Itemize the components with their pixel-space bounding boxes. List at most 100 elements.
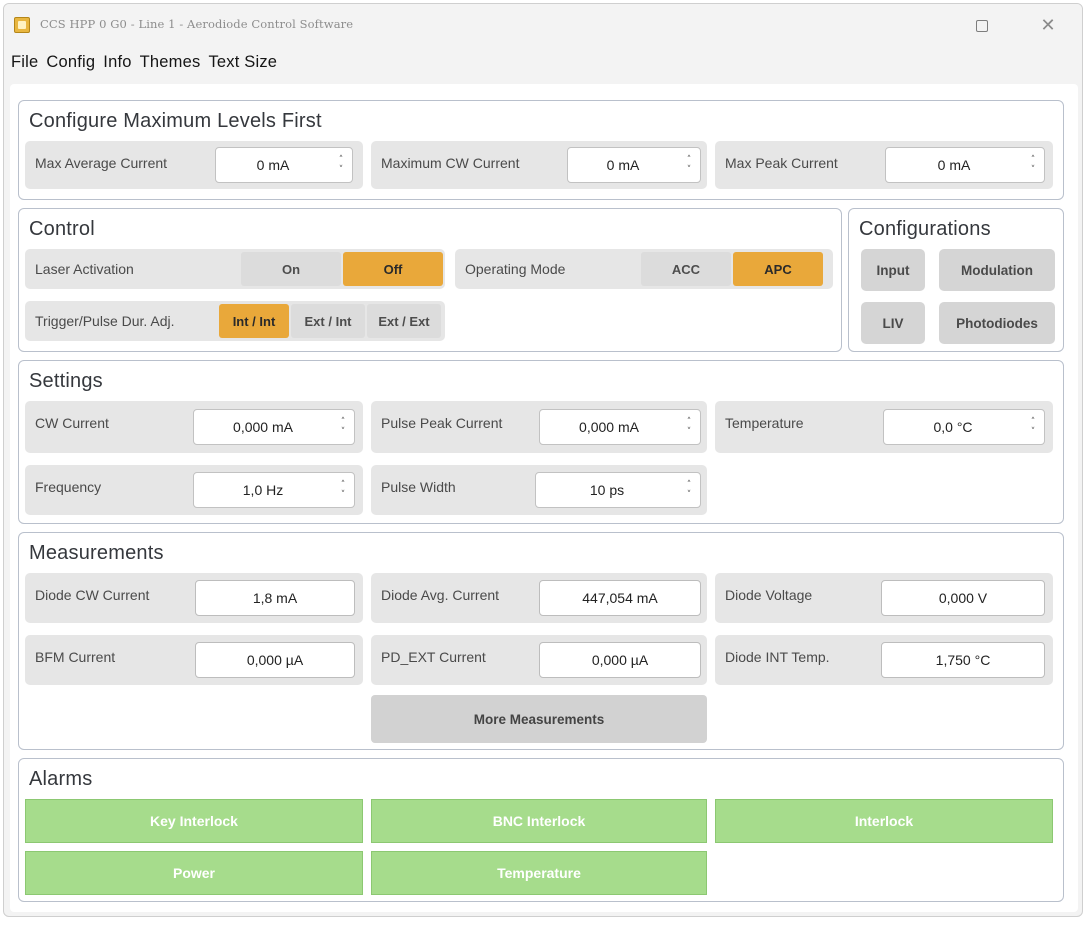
diode-cw-current-readout: 1,8 mA: [195, 580, 355, 616]
frequency-spinbox[interactable]: 1,0 Hz ˄ ˅: [193, 472, 355, 508]
control-title: Control: [29, 218, 95, 240]
settings-group: Settings CW Current 0,000 mA ˄ ˅ Pulse Pe…: [18, 360, 1064, 524]
max-levels-group: Configure Maximum Levels First Max Avera…: [18, 100, 1064, 200]
menu-file[interactable]: File: [11, 53, 38, 72]
spinner-arrows-icon[interactable]: ˄ ˅: [336, 477, 350, 503]
pulse-peak-current-spinbox[interactable]: 0,000 mA ˄ ˅: [539, 409, 701, 445]
cw-current-label: CW Current: [35, 415, 109, 431]
app-icon: [14, 17, 30, 33]
spinner-arrows-icon[interactable]: ˄ ˅: [682, 152, 696, 178]
maximize-button[interactable]: [960, 12, 1004, 40]
laser-activation-label: Laser Activation: [35, 261, 134, 277]
trigger-ext-ext-button[interactable]: Ext / Ext: [367, 304, 441, 338]
pd-ext-current-field: PD_EXT Current 0,000 µA: [371, 635, 707, 685]
alarm-temperature: Temperature: [371, 851, 707, 895]
maximum-cw-current-value: 0 mA: [606, 157, 640, 173]
cw-current-spinbox[interactable]: 0,000 mA ˄ ˅: [193, 409, 355, 445]
mode-apc-button[interactable]: APC: [733, 252, 823, 286]
max-peak-current-value: 0 mA: [937, 157, 971, 173]
alarm-bnc-interlock: BNC Interlock: [371, 799, 707, 843]
max-peak-current-spinbox[interactable]: 0 mA ˄ ˅: [885, 147, 1045, 183]
configurations-title: Configurations: [859, 218, 991, 240]
laser-on-button[interactable]: On: [241, 252, 341, 286]
pulse-width-field: Pulse Width 10 ps ˄ ˅: [371, 465, 707, 515]
window-title: CCS HPP 0 G0 - Line 1 - Aerodiode Contro…: [40, 17, 354, 31]
max-peak-current-field: Max Peak Current 0 mA ˄ ˅: [715, 141, 1053, 189]
cw-current-field: CW Current 0,000 mA ˄ ˅: [25, 401, 363, 453]
diode-avg-current-label: Diode Avg. Current: [381, 587, 500, 603]
cw-current-value: 0,000 mA: [233, 419, 293, 435]
alarms-group: Alarms Key Interlock BNC Interlock Inter…: [18, 758, 1064, 902]
frequency-value: 1,0 Hz: [242, 482, 284, 498]
spinner-arrows-icon[interactable]: ˄ ˅: [336, 414, 350, 440]
diode-voltage-readout: 0,000 V: [881, 580, 1045, 616]
spinner-arrows-icon[interactable]: ˄ ˅: [1026, 152, 1040, 178]
max-average-current-field: Max Average Current 0 mA ˄ ˅: [25, 141, 363, 189]
diode-voltage-label: Diode Voltage: [725, 587, 813, 603]
app-window: CCS HPP 0 G0 - Line 1 - Aerodiode Contro…: [3, 3, 1083, 917]
menu-text-size[interactable]: Text Size: [208, 53, 277, 72]
spinner-arrows-icon[interactable]: ˄ ˅: [1026, 414, 1040, 440]
operating-mode-label: Operating Mode: [465, 261, 566, 277]
trigger-int-int-button[interactable]: Int / Int: [219, 304, 289, 338]
spinner-arrows-icon[interactable]: ˄ ˅: [334, 152, 348, 178]
maximum-cw-current-label: Maximum CW Current: [381, 155, 520, 171]
maximize-icon: [976, 20, 988, 32]
diode-voltage-field: Diode Voltage 0,000 V: [715, 573, 1053, 623]
liv-config-button[interactable]: LIV: [861, 302, 925, 344]
bfm-current-readout: 0,000 µA: [195, 642, 355, 678]
alarm-key-interlock: Key Interlock: [25, 799, 363, 843]
title-bar[interactable]: CCS HPP 0 G0 - Line 1 - Aerodiode Contro…: [4, 4, 1082, 44]
menu-themes[interactable]: Themes: [140, 53, 201, 72]
bfm-current-label: BFM Current: [35, 649, 116, 665]
diode-cw-current-field: Diode CW Current 1,8 mA: [25, 573, 363, 623]
pulse-peak-current-field: Pulse Peak Current 0,000 mA ˄ ˅: [371, 401, 707, 453]
alarm-interlock: Interlock: [715, 799, 1053, 843]
temperature-setting-spinbox[interactable]: 0,0 °C ˄ ˅: [883, 409, 1045, 445]
laser-off-button[interactable]: Off: [343, 252, 443, 286]
max-average-current-label: Max Average Current: [35, 155, 168, 171]
measurements-title: Measurements: [29, 542, 164, 564]
trigger-label: Trigger/Pulse Dur. Adj.: [35, 313, 175, 329]
measurements-group: Measurements Diode CW Current 1,8 mA Dio…: [18, 532, 1064, 750]
laser-activation-row: Laser Activation On Off: [25, 249, 445, 289]
max-average-current-value: 0 mA: [256, 157, 290, 173]
alarm-power: Power: [25, 851, 363, 895]
modulation-config-button[interactable]: Modulation: [939, 249, 1055, 291]
menu-info[interactable]: Info: [103, 53, 131, 72]
max-average-current-spinbox[interactable]: 0 mA ˄ ˅: [215, 147, 353, 183]
more-measurements-button[interactable]: More Measurements: [371, 695, 707, 743]
pd-ext-current-readout: 0,000 µA: [539, 642, 701, 678]
spinner-arrows-icon[interactable]: ˄ ˅: [682, 414, 696, 440]
maximum-cw-current-field: Maximum CW Current 0 mA ˄ ˅: [371, 141, 707, 189]
temperature-setting-value: 0,0 °C: [933, 419, 973, 435]
alarms-title: Alarms: [29, 768, 93, 790]
temperature-setting-field: Temperature 0,0 °C ˄ ˅: [715, 401, 1053, 453]
frequency-label: Frequency: [35, 479, 102, 495]
menu-config[interactable]: Config: [46, 53, 95, 72]
mode-acc-button[interactable]: ACC: [641, 252, 731, 286]
pulse-width-value: 10 ps: [589, 482, 625, 498]
max-levels-title: Configure Maximum Levels First: [29, 110, 322, 132]
temperature-setting-label: Temperature: [725, 415, 804, 431]
max-peak-current-label: Max Peak Current: [725, 155, 838, 171]
maximum-cw-current-spinbox[interactable]: 0 mA ˄ ˅: [567, 147, 701, 183]
main-content: Configure Maximum Levels First Max Avera…: [10, 84, 1078, 912]
diode-int-temp-label: Diode INT Temp.: [725, 649, 830, 665]
trigger-ext-int-button[interactable]: Ext / Int: [291, 304, 365, 338]
diode-avg-current-readout: 447,054 mA: [539, 580, 701, 616]
input-config-button[interactable]: Input: [861, 249, 925, 291]
pd-ext-current-label: PD_EXT Current: [381, 649, 486, 665]
diode-cw-current-label: Diode CW Current: [35, 587, 150, 603]
bfm-current-field: BFM Current 0,000 µA: [25, 635, 363, 685]
diode-avg-current-field: Diode Avg. Current 447,054 mA: [371, 573, 707, 623]
pulse-width-label: Pulse Width: [381, 479, 456, 495]
spinner-arrows-icon[interactable]: ˄ ˅: [682, 477, 696, 503]
frequency-field: Frequency 1,0 Hz ˄ ˅: [25, 465, 363, 515]
pulse-width-spinbox[interactable]: 10 ps ˄ ˅: [535, 472, 701, 508]
close-button[interactable]: ✕: [1026, 12, 1070, 40]
diode-int-temp-readout: 1,750 °C: [881, 642, 1045, 678]
photodiodes-config-button[interactable]: Photodiodes: [939, 302, 1055, 344]
menu-bar: File Config Info Themes Text Size: [4, 46, 1082, 78]
close-icon: ✕: [1040, 15, 1056, 36]
